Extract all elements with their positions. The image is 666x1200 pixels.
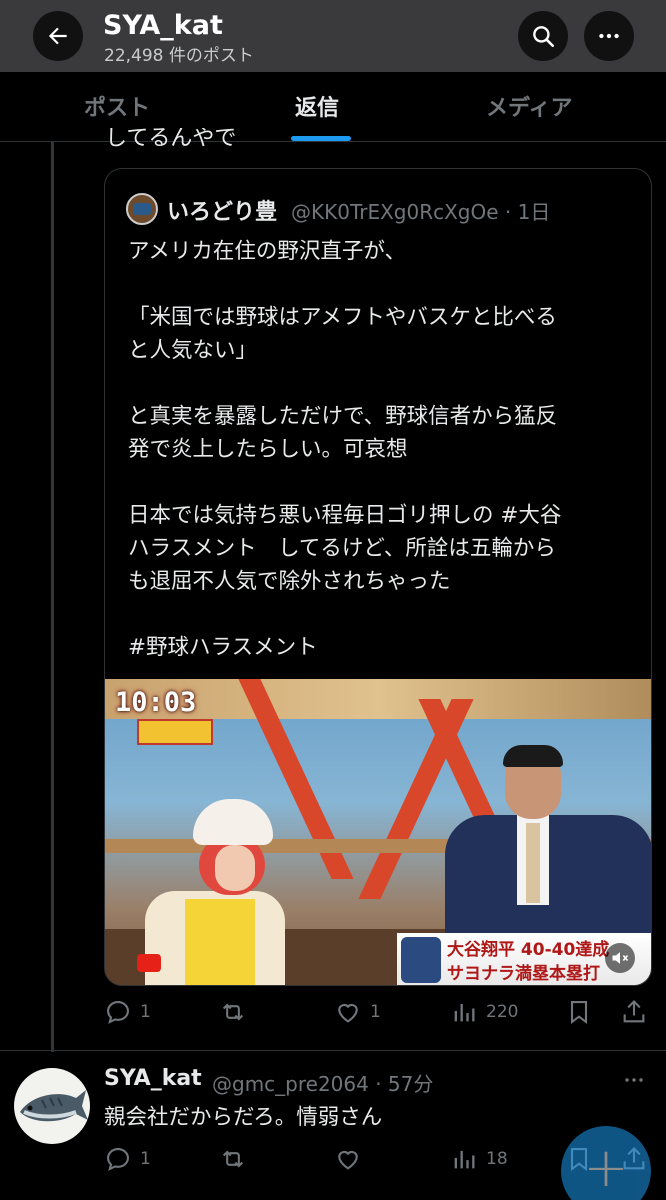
mute-button[interactable]: [605, 943, 635, 973]
hashtag-line[interactable]: #野球ハラスメント: [128, 631, 638, 664]
profile-tabs: ポスト 返信 メディア: [0, 72, 666, 142]
text-line: と真実を暴露しただけで、野球信者から猛反: [128, 404, 558, 429]
post-count: 22,498 件のポスト: [104, 46, 254, 66]
like-count: 1: [370, 1002, 381, 1022]
active-tab-indicator: [291, 136, 351, 141]
quoted-post-text: アメリカ在住の野沢直子が、 「米国では野球はアメフトやバスケと比べる と人気ない…: [128, 235, 638, 664]
tab-posts[interactable]: ポスト: [84, 90, 150, 122]
heart-icon: [338, 1003, 358, 1023]
views-button[interactable]: 18: [450, 1139, 508, 1179]
repost-button[interactable]: [219, 1139, 247, 1179]
more-icon: [625, 1078, 643, 1082]
reply-icon: [107, 1001, 129, 1024]
compose-button[interactable]: +: [561, 1126, 651, 1200]
speaker-muted-icon: [612, 952, 629, 964]
reply-more-button[interactable]: [622, 1068, 646, 1096]
profile-header: SYA_kat 22,498 件のポスト: [0, 0, 666, 72]
reply-button[interactable]: 1: [104, 992, 151, 1032]
bookmark-button[interactable]: [565, 992, 593, 1032]
text-line: [128, 466, 638, 499]
text-line: と人気ない」: [128, 338, 258, 363]
reply-button[interactable]: 1: [104, 1139, 151, 1179]
text-line: [128, 268, 638, 301]
views-button[interactable]: 220: [450, 992, 518, 1032]
text-line: [128, 367, 638, 400]
post-divider: [0, 1050, 666, 1051]
text-line: 発で炎上したらしい。可哀想: [128, 437, 408, 462]
bar-chart-icon: [454, 1150, 475, 1169]
arrow-left-icon: [48, 27, 67, 45]
reply-author-name[interactable]: SYA_kat: [104, 1066, 202, 1091]
reply-handle-time: @gmc_pre2064 · 57分: [212, 1072, 434, 1096]
tab-media[interactable]: メディア: [486, 90, 572, 122]
tab-replies[interactable]: 返信: [295, 90, 339, 122]
thread-line: [51, 142, 54, 1052]
heart-icon: [338, 1150, 358, 1170]
post-action-bar: 1 1 220: [0, 992, 666, 1032]
person-left: [145, 799, 285, 985]
quoted-avatar[interactable]: [126, 193, 158, 225]
search-icon: [533, 26, 555, 48]
repost-icon: [222, 1150, 244, 1168]
back-button[interactable]: [33, 11, 83, 61]
text-line: 「米国では野球はアメフトやバスケと比べる: [128, 305, 557, 330]
more-button[interactable]: [584, 11, 634, 61]
plus-icon: +: [583, 1136, 629, 1199]
like-button[interactable]: 1: [334, 992, 381, 1032]
caption-thumbnail: [401, 937, 441, 983]
reply-count: 1: [140, 1149, 151, 1169]
views-count: 220: [486, 1002, 519, 1022]
more-icon: [599, 33, 619, 39]
views-count: 18: [486, 1149, 508, 1169]
quoted-handle-time: @KK0TrEXg0RcXgOe · 1日: [291, 200, 551, 224]
text-line: も退屈不人気で除外されちゃった: [128, 569, 451, 594]
reply-count: 1: [140, 1002, 151, 1022]
previous-post-text: してるんやで: [105, 128, 237, 150]
text-line: アメリカ在住の野沢直子が、: [128, 239, 406, 264]
caption-line: サヨナラ満塁本塁打: [447, 964, 600, 984]
repost-button[interactable]: [219, 992, 247, 1032]
like-button[interactable]: [334, 1139, 362, 1179]
quoted-post[interactable]: いろどり豊 @KK0TrEXg0RcXgOe · 1日 アメリカ在住の野沢直子が…: [104, 168, 652, 986]
video-thumbnail[interactable]: 10:03 大谷翔平 40-40達成 サヨナラ満塁本塁打: [105, 679, 651, 985]
reply-avatar[interactable]: [14, 1068, 90, 1144]
share-icon: [623, 1000, 645, 1023]
text-line: [128, 598, 638, 631]
share-button[interactable]: [620, 992, 648, 1032]
fish-avatar-icon: [20, 1090, 88, 1122]
text-line: 日本では気持ち悪い程毎日ゴリ押しの #大谷: [128, 503, 562, 528]
repost-icon: [222, 1003, 244, 1021]
bookmark-icon: [570, 1001, 588, 1025]
caption-line: 大谷翔平 40-40達成: [447, 940, 610, 960]
profile-name: SYA_kat: [103, 10, 223, 41]
text-line: ハラスメント してるけど、所詮は五輪から: [128, 536, 556, 561]
reply-icon: [107, 1148, 129, 1171]
channel-logo: [137, 954, 161, 972]
quoted-author-name[interactable]: いろどり豊: [167, 194, 277, 226]
scene-sign: [137, 719, 213, 745]
search-button[interactable]: [518, 11, 568, 61]
bar-chart-icon: [454, 1003, 475, 1022]
reply-text: 親会社だからだろ。情弱さん: [104, 1105, 383, 1130]
tv-clock: 10:03: [115, 687, 197, 718]
